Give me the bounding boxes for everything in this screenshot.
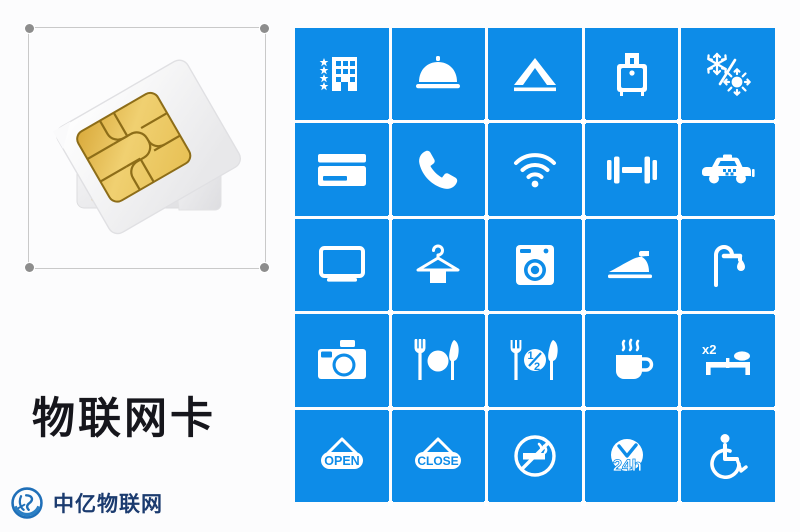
restaurant-icon xyxy=(413,339,463,381)
tile-television[interactable] xyxy=(295,218,393,316)
shower-icon xyxy=(706,243,750,287)
wifi-icon xyxy=(512,151,558,189)
dumbbell-icon xyxy=(606,155,658,185)
tile-wheelchair-access[interactable] xyxy=(681,409,775,502)
tile-telephone[interactable] xyxy=(391,123,489,221)
selection-handle-top-right[interactable] xyxy=(260,24,269,33)
tile-half-board[interactable]: 1 2 xyxy=(488,314,586,412)
tile-coffee[interactable] xyxy=(584,314,682,412)
tile-camping-tent[interactable] xyxy=(488,28,586,125)
sim-card-photo[interactable] xyxy=(29,28,267,270)
tile-laundry[interactable] xyxy=(391,218,489,316)
taxi-icon xyxy=(701,154,755,186)
zhongyi-logo-icon xyxy=(11,487,43,519)
svg-text:2: 2 xyxy=(534,361,540,373)
double-bed-icon: x2 xyxy=(702,340,754,380)
tile-gym[interactable] xyxy=(584,123,682,221)
tile-luggage[interactable] xyxy=(584,28,682,125)
tile-air-conditioning[interactable] xyxy=(681,28,779,125)
tile-no-smoking[interactable] xyxy=(488,409,586,507)
telephone-icon xyxy=(416,148,460,192)
selection-handle-top-left[interactable] xyxy=(25,24,34,33)
clothes-hanger-icon xyxy=(414,244,462,286)
tile-washing-machine[interactable] xyxy=(488,218,586,316)
svg-text:x2: x2 xyxy=(702,342,716,357)
tile-close-sign[interactable]: CLOSE xyxy=(391,409,489,507)
tile-restaurant[interactable] xyxy=(391,314,489,412)
half-board-icon: 1 2 xyxy=(509,339,561,381)
page-root: 物联网卡 中亿物联网 1 2 x2 OPEN CLOSE 24h xyxy=(0,0,800,532)
close-sign-icon: CLOSE xyxy=(410,435,466,477)
product-title: 物联网卡 xyxy=(32,394,216,444)
selection-handle-bottom-right[interactable] xyxy=(260,263,269,272)
tile-camera[interactable] xyxy=(295,314,393,412)
open-sign-icon: OPEN xyxy=(315,435,369,477)
open-sign-label: OPEN xyxy=(324,454,359,468)
clock-24h-label: 24h xyxy=(612,456,641,475)
close-sign-label: CLOSE xyxy=(418,454,459,468)
clock-24h-icon: 24h xyxy=(606,433,658,479)
credit-card-icon xyxy=(317,152,367,188)
washing-machine-icon xyxy=(514,243,556,287)
room-service-bell-icon xyxy=(414,54,462,94)
coffee-cup-icon xyxy=(608,337,656,383)
tile-double-bed[interactable]: x2 xyxy=(681,314,779,412)
tile-open-sign[interactable]: OPEN xyxy=(295,409,393,507)
tile-wifi[interactable] xyxy=(488,123,586,221)
no-smoking-icon xyxy=(512,433,558,479)
tile-credit-card[interactable] xyxy=(295,123,393,221)
tile-hotel-stars[interactable] xyxy=(295,28,393,125)
wheelchair-access-icon xyxy=(706,433,750,479)
tile-taxi[interactable] xyxy=(681,123,779,221)
brand-name: 中亿物联网 xyxy=(53,492,163,516)
product-panel: 物联网卡 中亿物联网 xyxy=(0,0,290,532)
hotel-stars-icon xyxy=(319,51,365,97)
selection-handle-bottom-left[interactable] xyxy=(25,263,34,272)
luggage-icon xyxy=(612,51,652,97)
camera-icon xyxy=(317,339,366,381)
tile-ironing[interactable] xyxy=(584,218,682,316)
image-selection-frame[interactable] xyxy=(25,24,269,272)
tile-shower[interactable] xyxy=(681,218,779,316)
iron-icon xyxy=(606,248,658,282)
television-icon xyxy=(318,245,366,284)
tile-24h-service[interactable]: 24h xyxy=(584,409,682,507)
amenity-icon-grid: 1 2 x2 OPEN CLOSE 24h xyxy=(295,28,779,507)
air-conditioning-icon xyxy=(704,51,752,97)
tile-room-service[interactable] xyxy=(391,28,489,125)
svg-text:1: 1 xyxy=(527,350,533,362)
tent-camping-icon xyxy=(511,55,559,93)
brand-logo: 中亿物联网 xyxy=(10,486,163,520)
